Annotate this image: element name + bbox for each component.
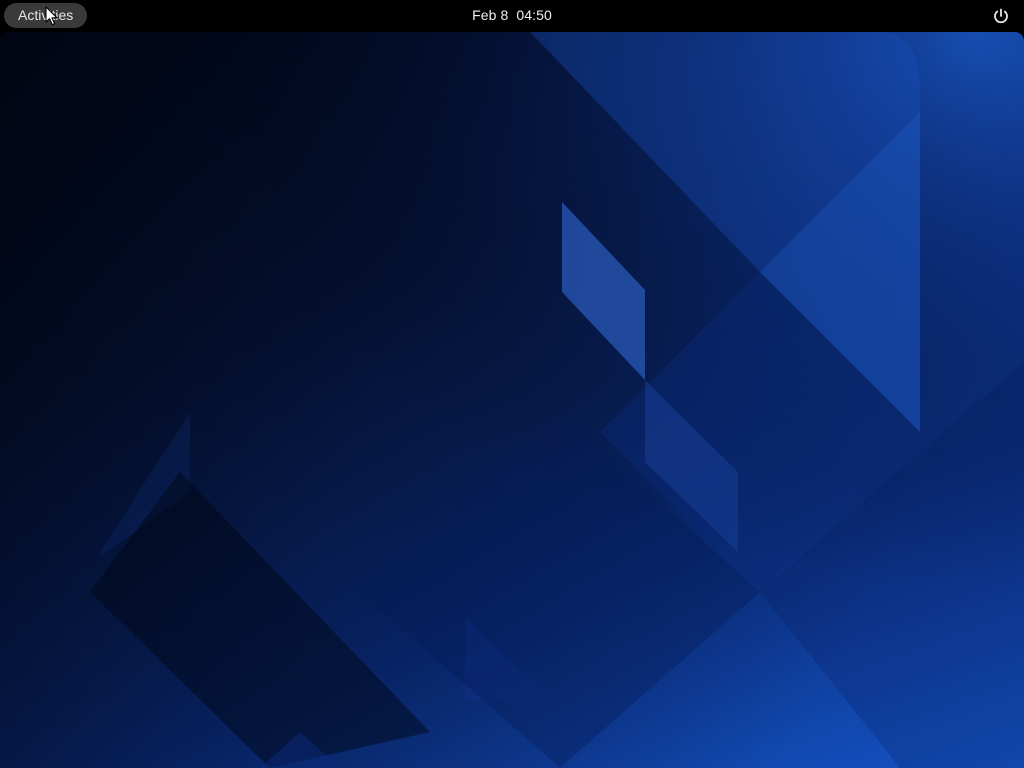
top-bar: Activities Feb 8 04:50 <box>0 0 1024 32</box>
screen: Activities Feb 8 04:50 <box>0 0 1024 768</box>
date-time-clock[interactable]: Feb 8 04:50 <box>472 7 552 23</box>
power-icon[interactable] <box>992 7 1010 25</box>
mouse-pointer-icon <box>45 6 59 31</box>
wallpaper-graphic <box>0 32 1024 768</box>
clock-container: Feb 8 04:50 <box>0 0 1024 32</box>
desktop-background <box>0 32 1024 768</box>
